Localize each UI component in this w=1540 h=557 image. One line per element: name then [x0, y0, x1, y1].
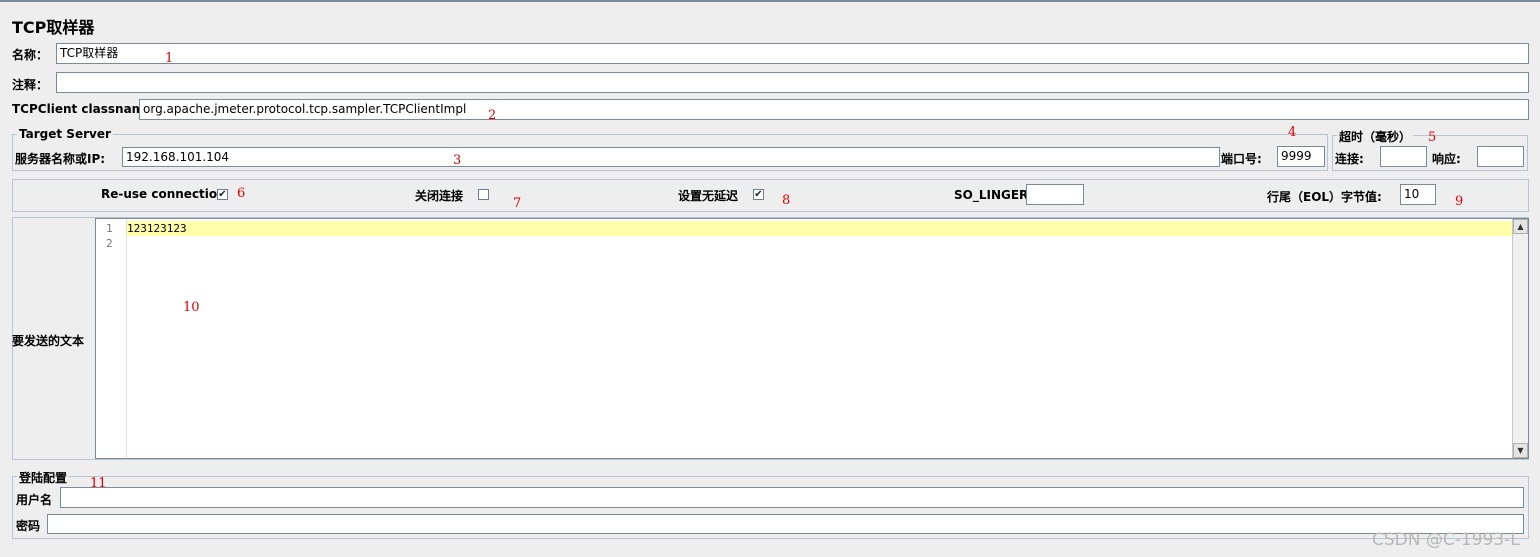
username-input[interactable]	[60, 487, 1524, 508]
annotation-number: 11	[90, 476, 107, 491]
connect-timeout-input[interactable]	[1380, 146, 1427, 167]
page-title: TCP取样器	[12, 18, 95, 37]
connect-timeout-label: 连接:	[1335, 152, 1364, 166]
comment-label: 注释：	[12, 78, 49, 92]
comment-field[interactable]	[56, 72, 1529, 93]
classname-label: TCPClient classname:	[12, 102, 158, 116]
classname-field[interactable]: org.apache.jmeter.protocol.tcp.sampler.T…	[139, 99, 1529, 120]
watermark-text: CSDN @C-1993-L	[1372, 530, 1520, 550]
response-timeout-label: 响应:	[1432, 152, 1461, 166]
set-nodelay-label: 设置无延迟	[678, 189, 739, 203]
close-connection-label: 关闭连接	[415, 189, 464, 203]
annotation-number: 9	[1455, 194, 1464, 209]
annotation-number: 1	[165, 51, 174, 66]
port-label: 端口号:	[1221, 152, 1262, 166]
set-nodelay-checkbox[interactable]: ✔	[753, 189, 764, 200]
vertical-scrollbar[interactable]: ▲ ▼	[1512, 219, 1528, 458]
checkmark-icon: ✔	[218, 189, 227, 200]
name-field[interactable]: TCP取样器	[56, 43, 1529, 64]
login-config-legend: 登陆配置	[17, 469, 70, 486]
checkmark-icon: ✔	[754, 189, 763, 200]
text-editor[interactable]: 1 2 123123123 ▲ ▼	[95, 218, 1529, 459]
text-to-send-label: 要发送的文本	[12, 334, 85, 348]
text-editor-content[interactable]: 123123123	[127, 221, 187, 236]
password-label: 密码	[16, 519, 41, 533]
current-line-highlight	[127, 221, 1512, 236]
annotation-number: 3	[453, 153, 462, 168]
annotation-number: 8	[782, 193, 791, 208]
line-number-gutter: 1 2	[96, 219, 127, 458]
annotation-number: 4	[1288, 125, 1297, 140]
scroll-down-arrow-icon[interactable]: ▼	[1513, 443, 1528, 458]
response-timeout-input[interactable]	[1477, 146, 1524, 167]
port-input[interactable]: 9999	[1277, 146, 1325, 167]
server-host-label: 服务器名称或IP:	[15, 152, 106, 166]
target-server-legend: Target Server	[17, 127, 113, 141]
annotation-number: 2	[488, 108, 497, 123]
server-host-input[interactable]: 192.168.101.104	[122, 147, 1220, 167]
annotation-number: 7	[513, 196, 522, 211]
annotation-number: 10	[183, 300, 200, 315]
line-number: 2	[106, 237, 113, 250]
so-linger-input[interactable]	[1026, 184, 1084, 205]
so-linger-label: SO_LINGER:	[954, 188, 1034, 202]
window-top-border	[0, 0, 1540, 2]
close-connection-checkbox[interactable]	[478, 189, 489, 200]
annotation-number: 6	[237, 186, 246, 201]
timeout-legend: 超时（毫秒）	[1337, 128, 1414, 145]
username-label: 用户名	[16, 493, 53, 507]
eol-byte-input[interactable]: 10	[1400, 184, 1436, 205]
scroll-up-arrow-icon[interactable]: ▲	[1513, 219, 1528, 234]
line-number: 1	[106, 222, 113, 235]
annotation-number: 5	[1428, 130, 1437, 145]
eol-byte-label: 行尾（EOL）字节值:	[1267, 190, 1382, 204]
reuse-connection-checkbox[interactable]: ✔	[217, 189, 228, 200]
password-input[interactable]	[47, 514, 1524, 534]
reuse-connection-label: Re-use connection	[101, 187, 226, 201]
name-label: 名称：	[12, 48, 49, 62]
